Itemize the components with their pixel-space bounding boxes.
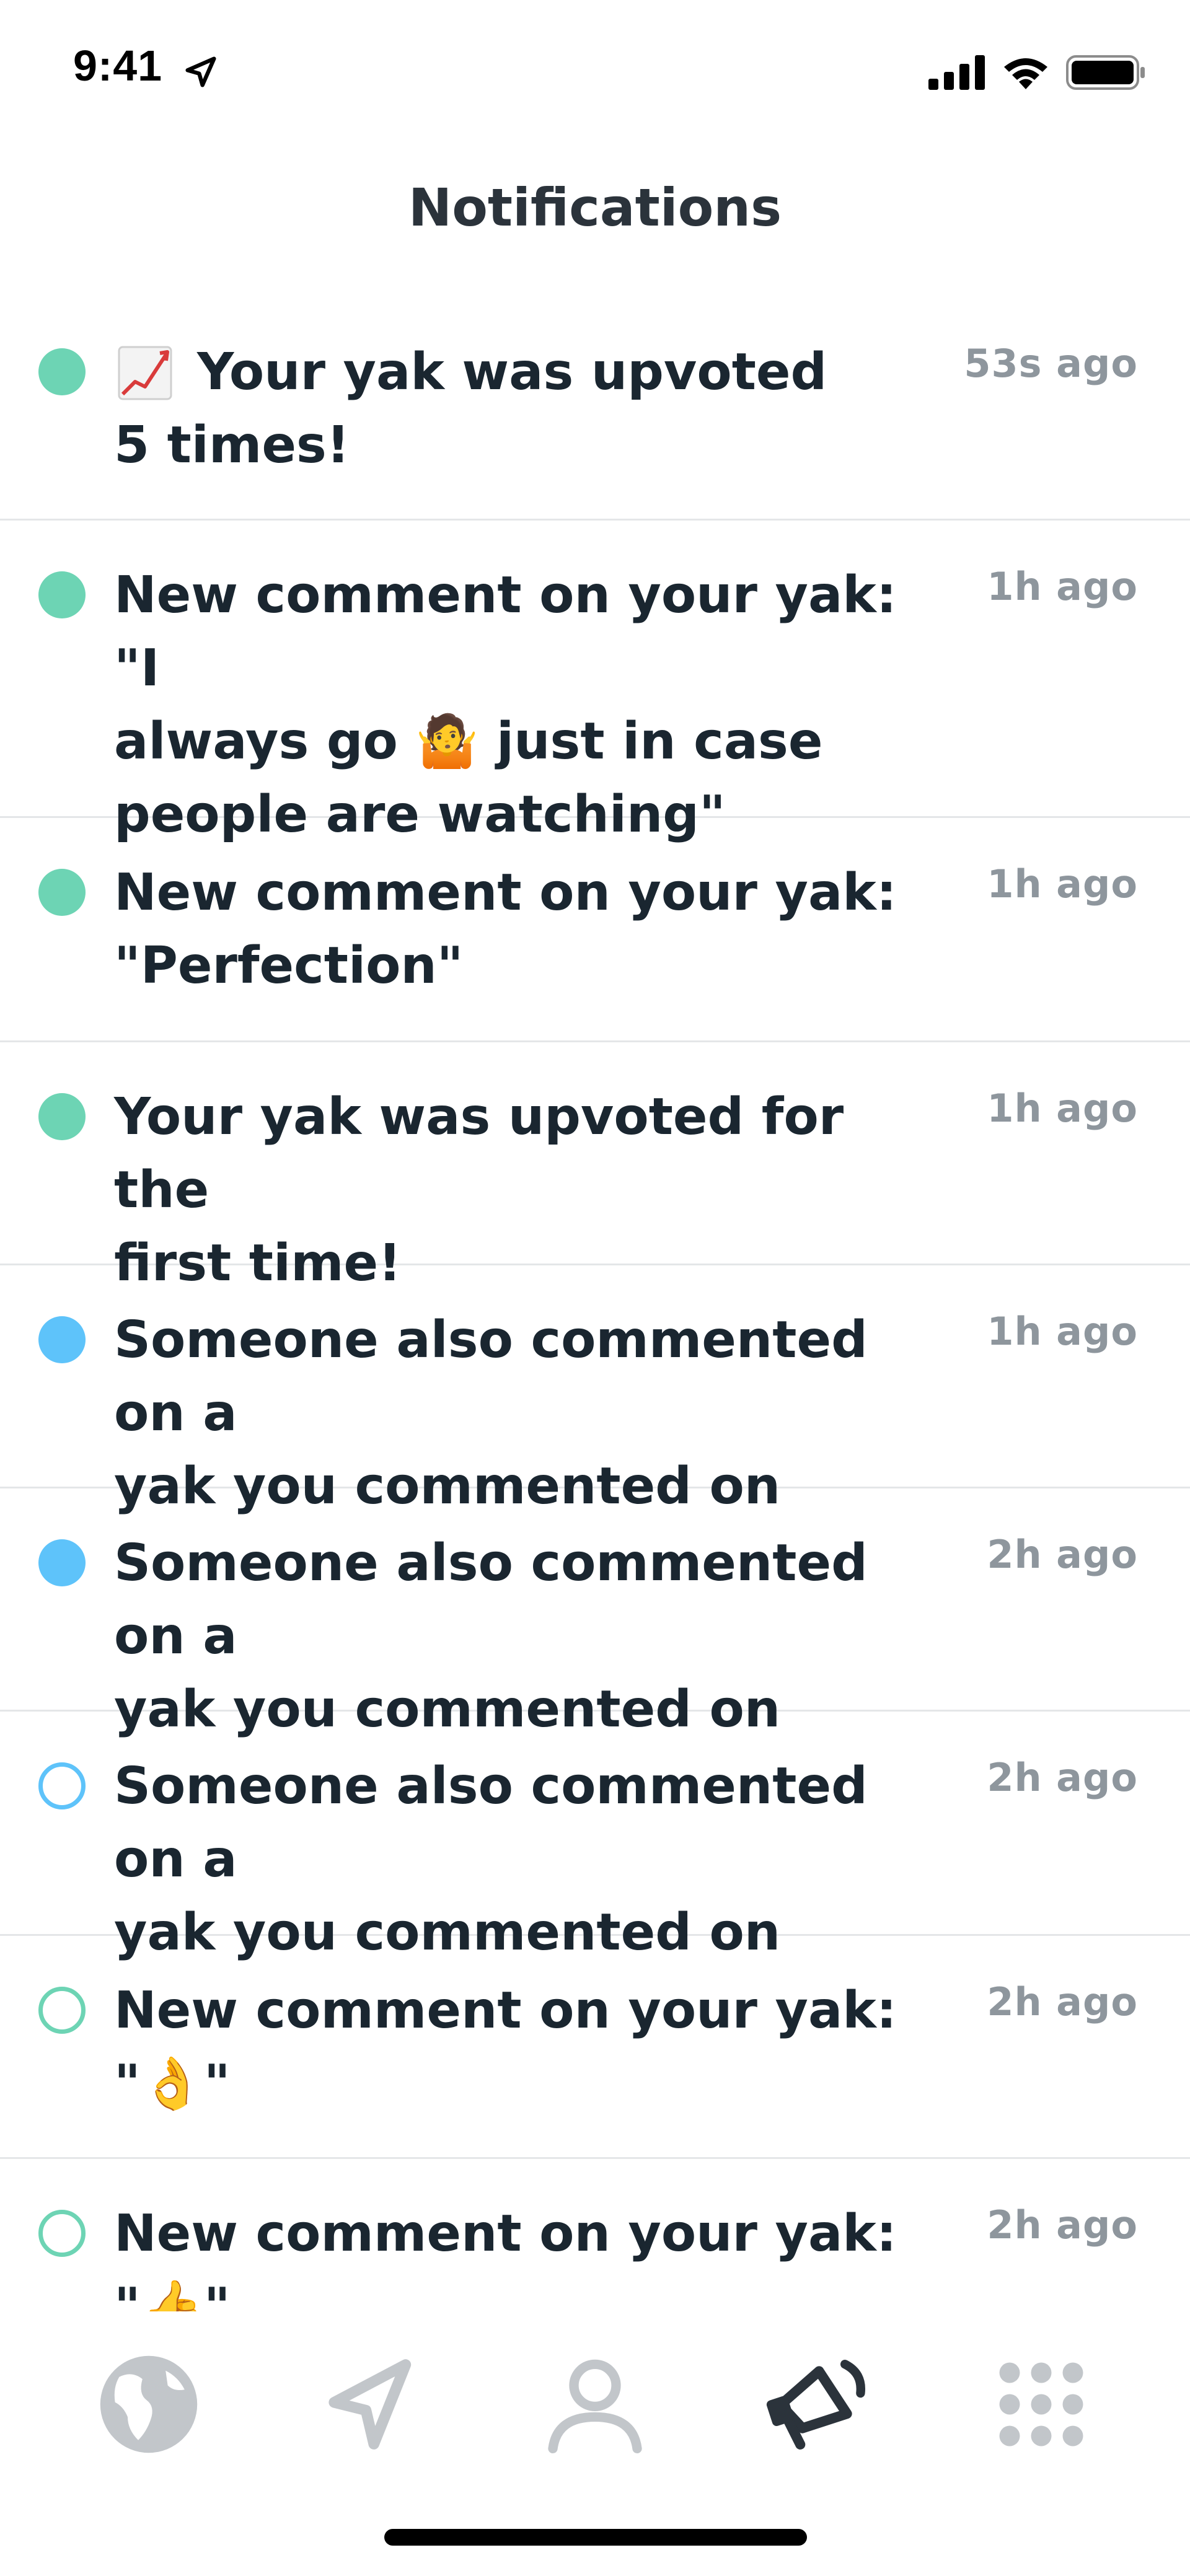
notification-time: 1h ago [987, 1309, 1138, 1354]
notification-row[interactable]: Your yak was upvoted for the first time!… [0, 1042, 1190, 1293]
home-indicator[interactable] [384, 2529, 807, 2546]
unread-dot [38, 1093, 86, 1140]
profile-icon [548, 2359, 642, 2454]
notification-row[interactable]: New comment on your yak: "Perfection" 1h… [0, 818, 1190, 1042]
page-title: Notifications [408, 177, 782, 238]
unread-dot [38, 571, 86, 618]
notification-time: 2h ago [987, 1755, 1138, 1800]
status-icons [928, 51, 1147, 94]
megaphone-icon [766, 2360, 865, 2450]
wifi-icon [1004, 58, 1047, 89]
tab-more[interactable] [973, 2336, 1109, 2473]
notification-row[interactable]: Someone also commented on a yak you comm… [0, 1488, 1190, 1739]
notification-row[interactable]: Someone also commented on a yak you comm… [0, 1265, 1190, 1516]
read-dot [38, 2210, 86, 2257]
notification-time: 2h ago [987, 1532, 1138, 1577]
read-dot [38, 1987, 86, 2034]
notification-time: 1h ago [987, 564, 1138, 609]
notification-text: New comment on your yak: "Perfection" [114, 863, 897, 995]
notification-text: New comment on your yak: "👌" [114, 1981, 897, 2113]
status-bar: 9:41 [0, 0, 1190, 143]
unread-dot [38, 348, 86, 395]
notification-row[interactable]: Someone also commented on a yak you comm… [0, 1712, 1190, 1962]
notification-time: 1h ago [987, 861, 1138, 907]
status-time: 9:41 [73, 42, 163, 90]
battery-icon [1066, 55, 1145, 90]
notification-time: 2h ago [987, 1979, 1138, 2024]
notification-time: 53s ago [964, 341, 1138, 386]
notification-text: Your yak was upvoted 5 times! [114, 343, 827, 475]
tab-post[interactable] [304, 2336, 440, 2473]
tab-profile[interactable] [527, 2336, 663, 2473]
notification-row[interactable]: Your yak was upvoted 5 times! 53s ago [0, 310, 1190, 521]
more-grid-icon [999, 2362, 1083, 2446]
cellular-signal-icon [928, 55, 985, 90]
notification-time: 1h ago [987, 1086, 1138, 1131]
notification-row[interactable]: New comment on your yak: "👌" 2h ago [0, 1936, 1190, 2159]
notification-text: New comment on your yak: "👍" [114, 2204, 897, 2311]
notification-list[interactable]: Your yak was upvoted 5 times! 53s ago Ne… [0, 310, 1190, 2311]
notification-row[interactable]: New comment on your yak: "👍" 2h ago [0, 2159, 1190, 2311]
notification-time: 2h ago [987, 2202, 1138, 2248]
notification-row[interactable]: New comment on your yak: "I always go 🤷 … [0, 521, 1190, 844]
read-dot [38, 1762, 86, 1809]
notification-text: New comment on your yak: "I always go 🤷 … [114, 566, 897, 844]
globe-icon [100, 2355, 198, 2453]
tab-feed[interactable] [81, 2336, 217, 2473]
tab-notifications[interactable] [750, 2336, 886, 2473]
location-arrow-icon [185, 56, 216, 87]
unread-dot [38, 869, 86, 916]
unread-dot [38, 1539, 86, 1586]
unread-dot [38, 1316, 86, 1363]
send-paper-plane-icon [328, 2359, 412, 2450]
